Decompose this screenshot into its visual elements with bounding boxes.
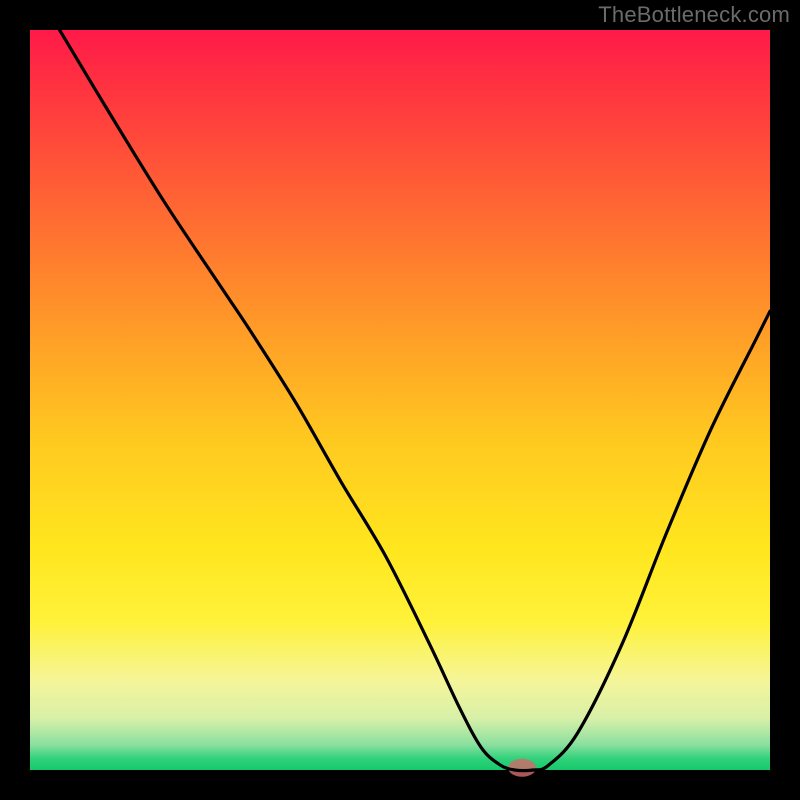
optimal-marker — [508, 759, 536, 777]
watermark-text: TheBottleneck.com — [598, 2, 790, 28]
gradient-background — [30, 30, 770, 770]
bottleneck-chart — [0, 0, 800, 800]
chart-frame: { "watermark": "TheBottleneck.com", "cha… — [0, 0, 800, 800]
